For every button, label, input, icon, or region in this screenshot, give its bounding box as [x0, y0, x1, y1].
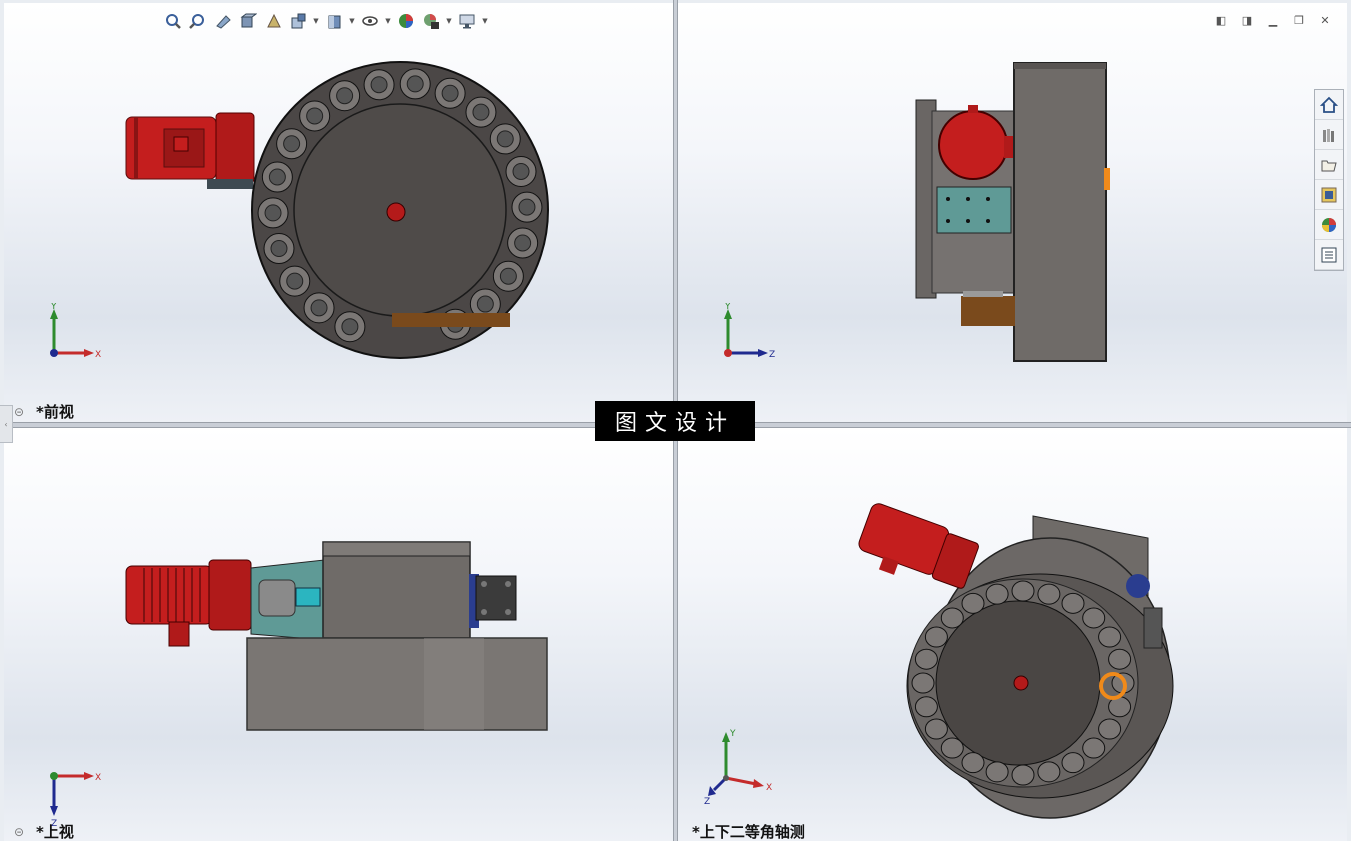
gearbox-top — [208, 559, 252, 631]
tool-pocket — [940, 607, 964, 629]
tool-pocket-bore — [514, 234, 532, 252]
file-explorer-icon[interactable] — [1315, 150, 1343, 180]
link-icon: ⊝ — [14, 825, 25, 839]
tool-pocket-bore — [283, 135, 301, 153]
tool-pocket-bore — [310, 299, 328, 317]
link-icon: ⊝ — [14, 405, 25, 419]
tool-pocket — [1061, 592, 1085, 614]
triad-axis-label: X — [95, 350, 101, 360]
triad-axis-label: Z — [704, 797, 710, 807]
viewport-label-isometric: *上下二等角轴测 — [692, 823, 805, 841]
tool-pocket — [914, 648, 938, 670]
tool-pocket — [1037, 761, 1061, 783]
tool-pocket-bore — [406, 75, 424, 93]
triad-axis-label: Y — [724, 303, 731, 312]
motor-body-top — [125, 565, 213, 625]
tool-pocket-bore — [306, 107, 324, 125]
gearbox — [215, 112, 255, 184]
tool-pocket-bore — [472, 103, 490, 121]
tool-pocket-bore — [441, 84, 459, 102]
tool-pocket — [985, 583, 1009, 605]
center-hub — [386, 202, 406, 222]
motor-end — [938, 110, 1008, 180]
tool-pocket-bore — [336, 87, 354, 105]
triad-axis-label: Z — [769, 350, 775, 360]
triad-axis-label: X — [766, 783, 772, 793]
tool-pocket — [961, 592, 985, 614]
triad-front: Y X — [50, 303, 101, 360]
tool-pocket-bore — [476, 295, 494, 313]
tool-pocket — [1108, 648, 1132, 670]
tool-pocket-bore — [341, 318, 359, 336]
custom-properties-icon[interactable] — [1315, 240, 1343, 270]
tool-pocket — [1011, 580, 1035, 602]
tool-pocket-bore — [270, 240, 288, 258]
appearances-icon[interactable] — [1315, 210, 1343, 240]
tool-pocket — [1061, 752, 1085, 774]
tool-pocket — [1098, 718, 1122, 740]
tool-pocket — [1037, 583, 1061, 605]
triad-axis-label: Y — [50, 303, 57, 312]
task-pane-tabs — [1314, 89, 1344, 271]
motor-iso — [858, 503, 979, 589]
tool-pocket — [1098, 626, 1122, 648]
design-library-icon[interactable] — [1315, 120, 1343, 150]
tool-pocket — [924, 718, 948, 740]
tool-pocket-bore — [268, 168, 286, 186]
tool-pocket — [1082, 737, 1106, 759]
viewport-right[interactable]: ◧ ◨ ▁ ❐ ✕ Y Z — [678, 3, 1347, 422]
viewport-label-top: *上视 — [36, 823, 74, 841]
triad-top: X Z — [50, 772, 101, 828]
viewport-label-front: *前视 — [36, 403, 74, 421]
feature-manager-toggle[interactable]: ‹ — [0, 405, 13, 443]
triad-axis-label: Y — [729, 729, 736, 739]
tool-pocket — [985, 761, 1009, 783]
tool-pocket — [914, 696, 938, 718]
tool-pocket-bore — [286, 272, 304, 290]
tool-pocket-bore — [264, 204, 282, 222]
tool-pocket — [1011, 764, 1035, 786]
mounting-plate — [936, 186, 1012, 234]
tool-pocket — [924, 626, 948, 648]
viewport-top[interactable]: X Z ⊝ *上视 — [4, 428, 673, 841]
viewport-front[interactable]: ▼ ▼ ▼ ▼ ▼ Y X ⊝ *前视 — [4, 3, 673, 422]
tool-pocket-bore — [370, 76, 388, 94]
tool-pocket — [1082, 607, 1106, 629]
triad-right: Y Z — [724, 303, 775, 360]
tool-pocket-bore — [499, 267, 517, 285]
tool-pocket — [911, 672, 935, 694]
view-palette-icon[interactable] — [1315, 180, 1343, 210]
home-icon[interactable] — [1315, 90, 1343, 120]
disc-side — [1013, 62, 1107, 362]
disc-top — [246, 637, 548, 731]
tool-pocket-bore — [512, 162, 530, 180]
watermark: 图文设计 — [595, 401, 755, 441]
triad-isometric: Y X Z — [704, 729, 772, 807]
tool-pocket-bore — [518, 198, 536, 216]
triad-axis-label: X — [95, 773, 101, 783]
tool-pocket — [940, 737, 964, 759]
viewport-isometric[interactable]: Y X Z *上下二等角轴测 — [678, 428, 1347, 841]
tool-pocket-bore — [496, 130, 514, 148]
tool-pocket — [961, 752, 985, 774]
